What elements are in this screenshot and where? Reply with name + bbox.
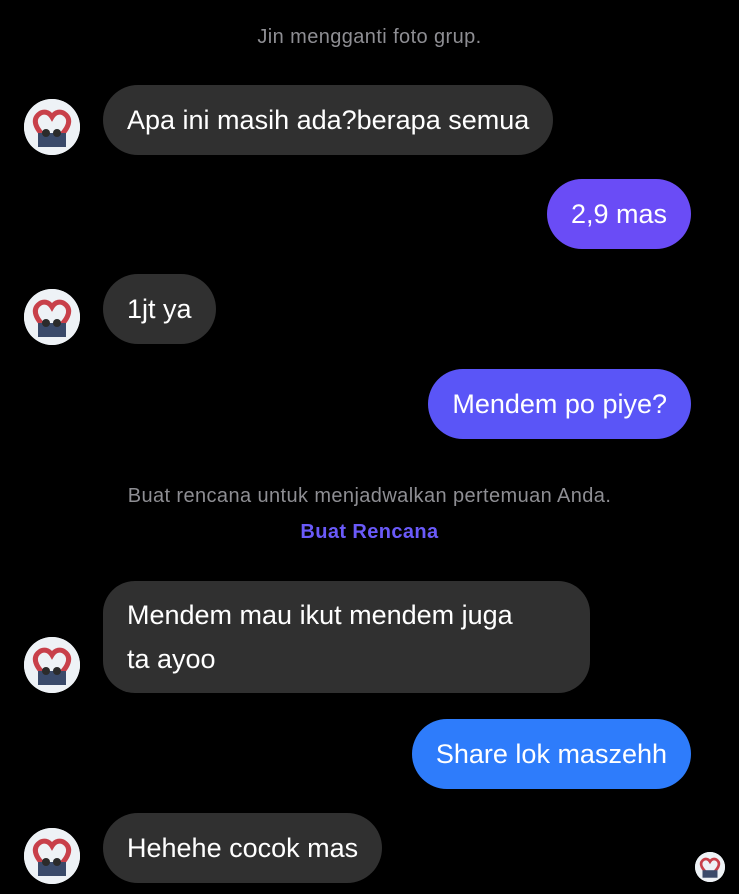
message-bubble-outgoing[interactable]: 2,9 mas: [546, 179, 691, 249]
contact-avatar-icon[interactable]: [24, 99, 80, 155]
read-receipt-avatar-icon: [695, 852, 725, 882]
system-note-photo-changed: Jin mengganti foto grup.: [257, 26, 482, 48]
message-bubble-incoming[interactable]: Apa ini masih ada?berapa semua: [103, 85, 554, 155]
message-line: Mendem mau ikut mendem juga: [127, 600, 513, 630]
message-bubble-outgoing[interactable]: Share lok maszehh: [411, 719, 691, 789]
message-line: ta ayoo: [127, 644, 216, 674]
message-bubble-incoming[interactable]: Hehehe cocok mas: [103, 813, 383, 883]
create-plan-link[interactable]: Buat Rencana: [0, 521, 739, 544]
message-bubble-incoming[interactable]: Mendem mau ikut mendem juga ta ayoo: [103, 581, 590, 693]
contact-avatar-icon[interactable]: [24, 637, 80, 693]
plan-prompt-text: Buat rencana untuk menjadwalkan pertemua…: [127, 485, 612, 507]
message-bubble-outgoing[interactable]: Mendem po piye?: [428, 369, 691, 439]
chat-screen: Jin mengganti foto grup. Apa ini masih a…: [0, 0, 739, 894]
contact-avatar-icon[interactable]: [24, 828, 80, 884]
message-bubble-incoming[interactable]: 1jt ya: [103, 274, 216, 344]
contact-avatar-icon[interactable]: [24, 289, 80, 345]
